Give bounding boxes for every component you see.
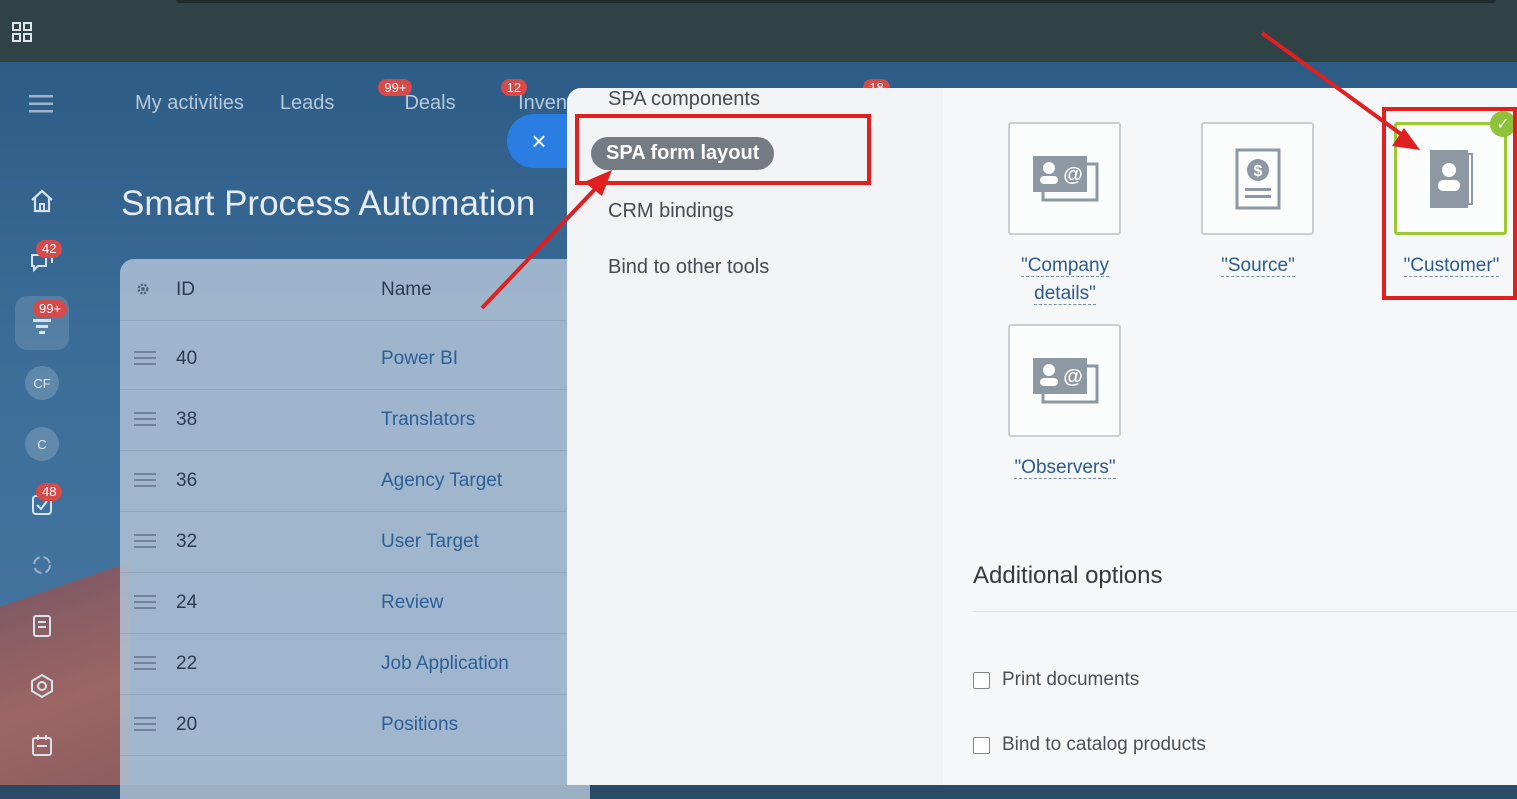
arrow-to-customer	[1260, 31, 1407, 139]
arrowhead-icon	[584, 170, 612, 196]
annotation-arrows	[480, 31, 1420, 310]
arrow-to-form-layout	[480, 184, 600, 310]
